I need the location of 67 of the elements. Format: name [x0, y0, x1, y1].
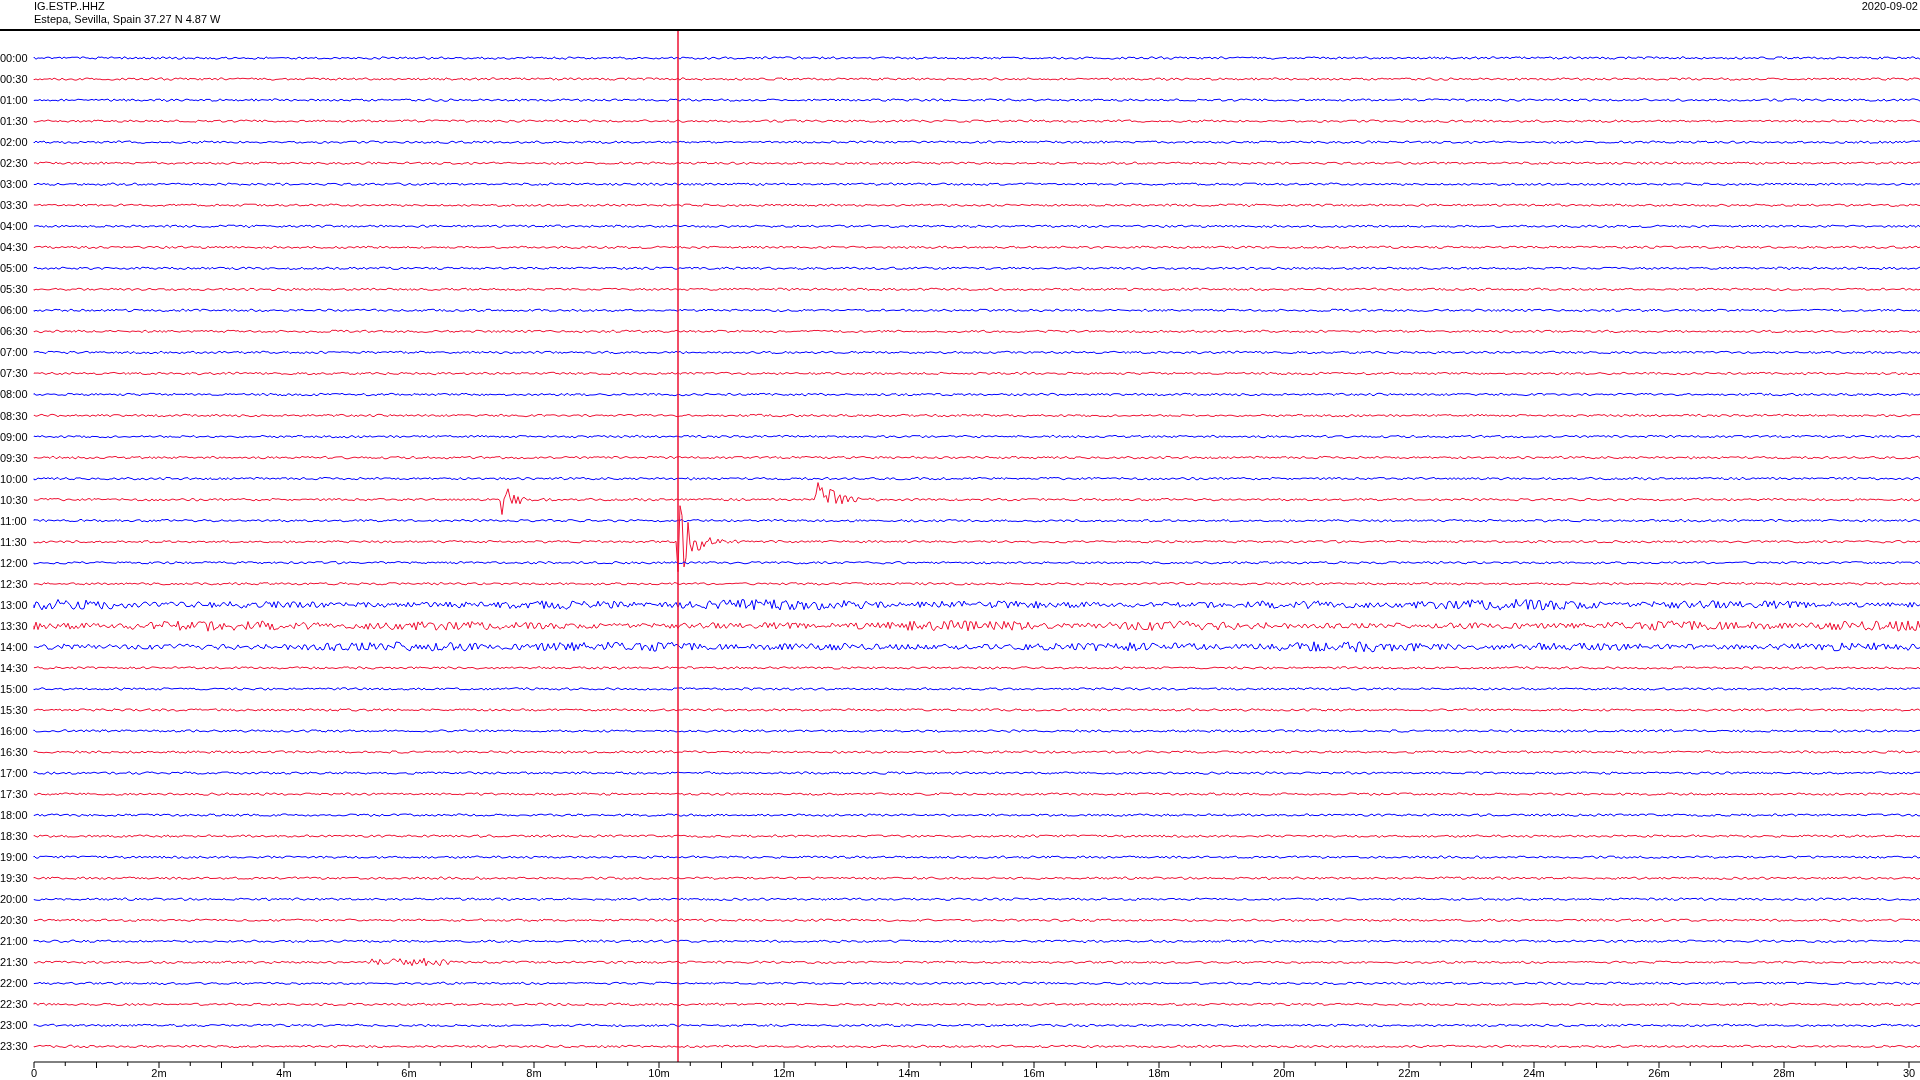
- trace-time-label: 15:30: [0, 703, 28, 716]
- trace-time-label: 08:00: [0, 388, 28, 401]
- axis-tick-label: 28m: [1773, 1067, 1795, 1079]
- trace-time-label: 11:30: [0, 535, 27, 548]
- station-code: IG.ESTP..HHZ: [34, 0, 106, 13]
- trace-time-label: 04:30: [0, 241, 28, 254]
- axis-tick-label: 30: [1902, 1067, 1916, 1079]
- trace-time-label: 11:00: [0, 514, 27, 527]
- trace-time-label: 19:30: [0, 872, 28, 885]
- trace-time-label: 18:30: [0, 830, 28, 843]
- axis-tick-label: 26m: [1648, 1067, 1670, 1079]
- trace-time-label: 02:30: [0, 157, 28, 170]
- trace-time-label: 10:00: [0, 472, 28, 485]
- axis-tick-label: 12m: [773, 1067, 795, 1079]
- trace-time-label: 01:00: [0, 94, 28, 107]
- trace-time-label: 19:00: [0, 851, 28, 864]
- trace-time-label: 05:00: [0, 262, 28, 275]
- axis-tick-label: 22m: [1398, 1067, 1420, 1079]
- trace-time-label: 03:30: [0, 199, 28, 212]
- trace-time-label: 05:30: [0, 283, 28, 296]
- trace-time-label: 08:30: [0, 409, 28, 422]
- trace-time-label: 17:00: [0, 767, 28, 779]
- trace-time-label: 15:00: [0, 682, 28, 695]
- trace-time-label: 17:30: [0, 788, 28, 801]
- axis-tick-label: 0: [30, 1067, 38, 1079]
- trace-time-label: 06:30: [0, 325, 28, 338]
- trace-time-label: 01:30: [0, 115, 28, 128]
- trace-time-label: 02:00: [0, 136, 28, 149]
- axis-tick-label: 4m: [276, 1067, 292, 1079]
- axis-tick-label: 10m: [648, 1067, 670, 1079]
- trace-time-label: 13:00: [0, 598, 28, 611]
- trace-time-label: 14:00: [0, 640, 28, 653]
- trace-time-label: 12:30: [0, 577, 28, 590]
- trace-time-label: 21:00: [0, 935, 28, 948]
- trace-time-label: 09:00: [0, 430, 28, 443]
- trace-time-label: 06:00: [0, 304, 28, 317]
- trace-time-label: 20:30: [0, 914, 28, 927]
- trace-time-label: 03:00: [0, 178, 28, 191]
- trace-time-label: 14:30: [0, 661, 28, 674]
- plot-date: 2020-09-02: [1861, 0, 1919, 13]
- axis-tick-label: 8m: [526, 1067, 542, 1079]
- trace-time-label: 21:30: [0, 956, 28, 969]
- axis-tick-label: 16m: [1023, 1067, 1045, 1079]
- trace-time-label: 10:30: [0, 493, 28, 506]
- axis-tick-label: 20m: [1273, 1067, 1295, 1079]
- trace-time-label: 18:00: [0, 809, 28, 822]
- trace-time-label: 07:30: [0, 367, 28, 380]
- trace-time-label: 12:00: [0, 556, 28, 569]
- trace-time-label: 00:00: [0, 52, 28, 64]
- trace-time-label: 16:00: [0, 724, 28, 737]
- trace-time-label: 00:30: [0, 73, 28, 86]
- axis-tick-label: 2m: [151, 1067, 167, 1079]
- axis-tick-label: 18m: [1148, 1067, 1170, 1079]
- trace-time-label: 22:30: [0, 998, 28, 1011]
- station-location: Estepa, Sevilla, Spain 37.27 N 4.87 W: [34, 13, 221, 26]
- axis-tick-label: 14m: [898, 1067, 920, 1079]
- trace-time-label: 07:00: [0, 346, 28, 359]
- trace-time-label: 09:30: [0, 451, 28, 464]
- trace-time-label: 04:00: [0, 220, 28, 233]
- trace-time-label: 23:00: [0, 1019, 28, 1032]
- trace-time-label: 20:00: [0, 893, 28, 906]
- trace-time-label: 22:00: [0, 977, 28, 990]
- trace-time-label: 23:30: [0, 1040, 28, 1053]
- trace-time-label: 16:30: [0, 746, 28, 758]
- axis-tick-label: 24m: [1523, 1067, 1545, 1079]
- trace-time-label: 13:30: [0, 619, 28, 632]
- axis-tick-label: 6m: [401, 1067, 417, 1079]
